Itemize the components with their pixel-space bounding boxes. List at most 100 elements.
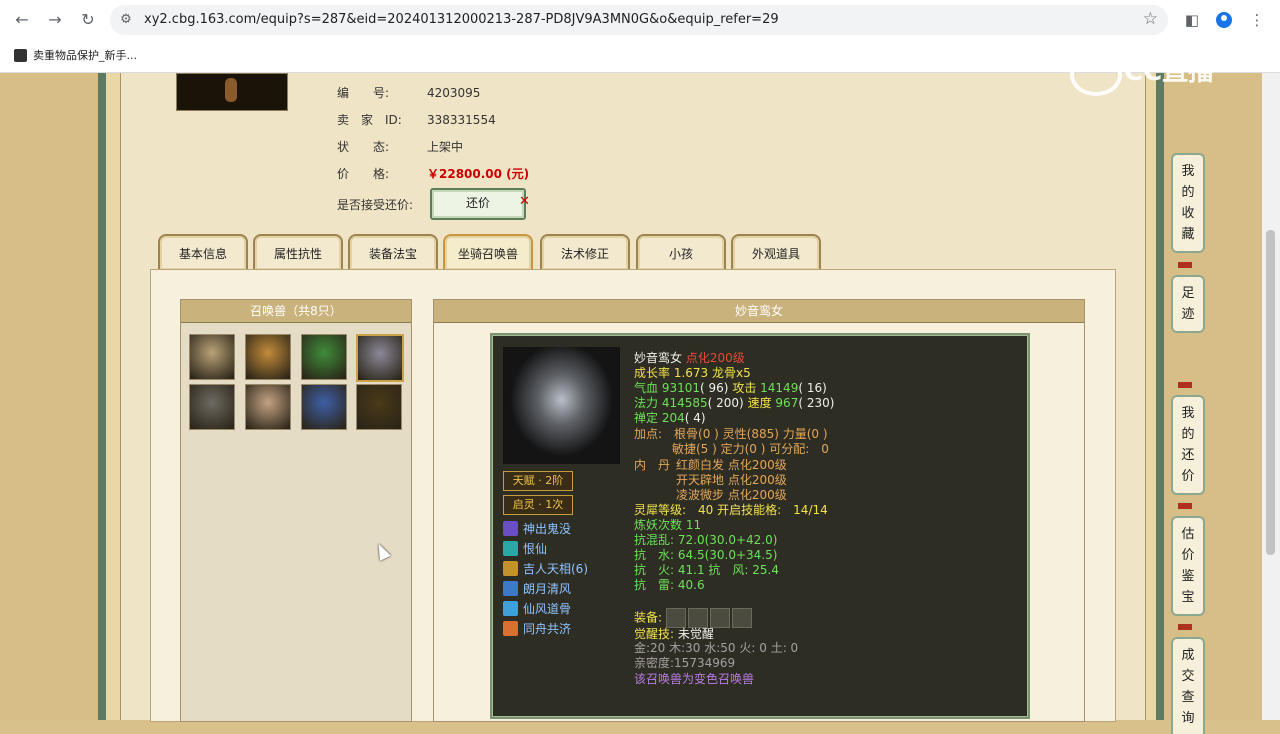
skill-item[interactable]: 同舟共济: [503, 619, 571, 637]
pet-thumb-5[interactable]: [189, 384, 235, 430]
pet-portrait: [503, 347, 620, 464]
pet-growth: 成长率 1.673 龙骨x5: [634, 366, 751, 380]
price-label: 价 格:: [337, 167, 390, 181]
item-thumbnail: [176, 73, 288, 111]
skill-item[interactable]: 神出鬼没: [503, 519, 571, 537]
bookmark-star-icon[interactable]: ☆: [1143, 9, 1158, 29]
pet-thumb-4-selected[interactable]: [356, 334, 404, 382]
site-info-icon[interactable]: ⚙: [118, 12, 134, 28]
tab-attributes[interactable]: 属性抗性: [253, 234, 343, 270]
mp-extra: ( 200): [707, 396, 744, 410]
bookmark-label: 卖重物品保护_新手...: [33, 49, 137, 62]
skill-label: 恨仙: [523, 541, 548, 556]
equip-label: 装备:: [634, 610, 663, 625]
side-divider: [1178, 624, 1192, 630]
side-nav-label: 我的收藏: [1181, 164, 1195, 242]
tab-mounts-pets[interactable]: 坐骑召唤兽: [443, 234, 533, 270]
skill-item[interactable]: 仙风道骨: [503, 599, 571, 617]
side-nav-appraisal[interactable]: 估价鉴宝: [1171, 516, 1205, 616]
profile-icon[interactable]: [1212, 8, 1236, 32]
url-text[interactable]: xy2.cbg.163.com/equip?s=287&eid=20240131…: [144, 12, 779, 27]
pet-res-chaos: 抗混乱: 72.0(30.0+42.0): [634, 533, 778, 547]
skill-label: 吉人天相(6): [523, 561, 588, 576]
pet-intimacy: 亲密度:15734969: [634, 656, 736, 670]
pet-list-header: 召唤兽（共8只）: [181, 300, 411, 323]
address-bar[interactable]: ⚙ xy2.cbg.163.com/equip?s=287&eid=202401…: [110, 5, 1168, 35]
equip-slot-1[interactable]: [665, 608, 686, 628]
pet-thumb-3[interactable]: [301, 334, 347, 380]
awaken-value: 未觉醒: [677, 627, 714, 641]
skill-item[interactable]: 恨仙: [503, 539, 547, 557]
tab-spell-correction[interactable]: 法术修正: [540, 234, 630, 270]
spd-value: 967: [775, 396, 799, 410]
spd-extra: ( 230): [798, 396, 835, 410]
pet-hp-atk-line: 气血 93101( 96) 攻击 14149( 16): [634, 381, 827, 396]
pet-points-1: 加点: 根骨(0 ) 灵性(885) 力量(0 ): [634, 427, 828, 441]
pet-note: 该召唤兽为变色召唤兽: [634, 672, 755, 686]
pet-thumb-7[interactable]: [301, 384, 347, 430]
boat-skill-icon: [503, 620, 518, 636]
tab-equipment[interactable]: 装备法宝: [348, 234, 438, 270]
side-nav-label: 我的还价: [1181, 406, 1195, 484]
zen-value: 204: [661, 411, 685, 425]
side-nav-footprints[interactable]: 足迹: [1171, 275, 1205, 333]
pet-thumb-1[interactable]: [189, 334, 235, 380]
zen-label: 禅定: [634, 411, 659, 425]
side-nav-transactions[interactable]: 成交查询: [1171, 637, 1205, 734]
scrollbar-thumb[interactable]: [1266, 230, 1275, 555]
tab-appearance[interactable]: 外观道具: [731, 234, 821, 270]
zen-extra: ( 4): [684, 411, 706, 425]
side-nav-my-offers[interactable]: 我的还价: [1171, 395, 1205, 495]
menu-icon[interactable]: ⋮: [1245, 8, 1269, 32]
side-nav-favorites[interactable]: 我的收藏: [1171, 153, 1205, 253]
atk-label: 攻击: [732, 381, 757, 395]
swirl-skill-icon: [503, 540, 518, 556]
side-nav-label: 估价鉴宝: [1181, 527, 1195, 605]
back-icon[interactable]: ←: [10, 8, 34, 32]
talent-badge: 天赋 · 2阶: [503, 471, 573, 491]
skill-item[interactable]: 朗月清风: [503, 579, 571, 597]
atk-extra: ( 16): [798, 381, 827, 395]
item-id-label: 编 号:: [337, 86, 390, 100]
pet-thumb-6[interactable]: [245, 384, 291, 430]
pet-inner-3: 凌波微步 点化200级: [676, 488, 787, 502]
bookmark-item[interactable]: 卖重物品保护_新手...: [14, 47, 137, 63]
skill-label: 朗月清风: [523, 581, 572, 596]
reload-icon[interactable]: ↻: [76, 8, 100, 32]
counter-offer-button[interactable]: 还价: [430, 188, 526, 220]
pet-refine: 炼妖次数 11: [634, 518, 702, 532]
side-nav-label: 成交查询: [1181, 648, 1195, 726]
counter-close-icon[interactable]: ✕: [519, 194, 530, 209]
pet-zen-line: 禅定 204( 4): [634, 411, 706, 426]
skill-item[interactable]: 吉人天相(6): [503, 559, 588, 577]
pet-equip-line: 装备:: [634, 608, 754, 628]
pet-name-tag: 点化200级: [685, 351, 745, 365]
item-id-row: 编 号: 4203095: [337, 84, 480, 101]
forward-icon[interactable]: →: [43, 8, 67, 32]
bookmark-favicon-icon: [14, 48, 27, 62]
watermark-logo-icon: [1070, 54, 1122, 96]
skill-label: 仙风道骨: [523, 601, 572, 616]
ghost-skill-icon: [503, 520, 518, 536]
equip-slot-3[interactable]: [709, 608, 730, 628]
lucky-skill-icon: [503, 560, 518, 576]
atk-value: 14149: [760, 381, 799, 395]
awaken-label: 觉醒技:: [634, 627, 675, 641]
pet-thumb-8[interactable]: [356, 384, 402, 430]
equip-slot-2[interactable]: [687, 608, 708, 628]
price-row: 价 格: ￥22800.00 (元): [337, 165, 529, 182]
tab-child[interactable]: 小孩: [636, 234, 726, 270]
immortal-skill-icon: [503, 600, 518, 616]
mp-label: 法力: [634, 396, 659, 410]
equip-slot-4[interactable]: [731, 608, 752, 628]
pet-mp-spd-line: 法力 414585( 200) 速度 967( 230): [634, 396, 834, 411]
pet-awaken-line: 觉醒技: 未觉醒: [634, 627, 714, 642]
pet-res-water: 抗 水: 64.5(30.0+34.5): [634, 548, 778, 562]
pet-thumb-2[interactable]: [245, 334, 291, 380]
tab-basic-info[interactable]: 基本信息: [158, 234, 248, 270]
spd-label: 速度: [747, 396, 772, 410]
pet-points-2: 敏捷(5 ) 定力(0 ) 可分配: 0: [672, 442, 829, 456]
side-divider: [1178, 262, 1192, 268]
side-panel-icon[interactable]: ◧: [1180, 8, 1204, 32]
hp-extra: ( 96): [700, 381, 729, 395]
